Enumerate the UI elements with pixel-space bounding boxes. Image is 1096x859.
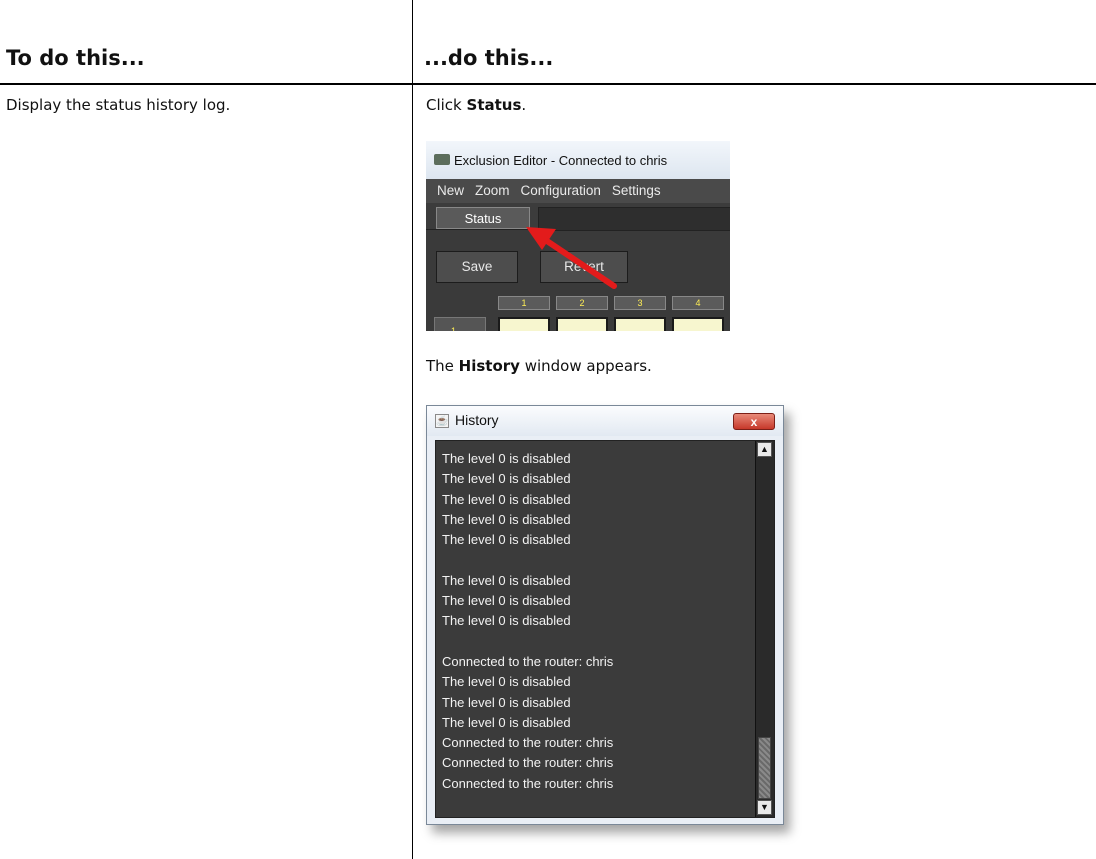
header-rule [0, 83, 1096, 85]
column-divider [412, 0, 413, 859]
log-line: Connected to the router: chris [442, 653, 614, 669]
scroll-down-icon[interactable]: ▼ [757, 800, 772, 815]
exclusion-editor-screenshot: Exclusion Editor - Connected to chris Ne… [426, 141, 730, 331]
history-title: History [455, 412, 499, 428]
log-line: The level 0 is disabled [442, 613, 571, 629]
red-arrow-icon [526, 227, 617, 289]
history-log: The level 0 is disabled The level 0 is d… [435, 440, 775, 818]
log-line: The level 0 is disabled [442, 694, 571, 710]
step-history-appears: The History window appears. [426, 357, 652, 375]
log-line: The level 0 is disabled [442, 593, 571, 609]
log-line: The level 0 is disabled [442, 511, 571, 527]
step2-suffix: window appears. [519, 357, 652, 375]
log-line: The level 0 is disabled [442, 714, 571, 730]
history-titlebar: ☕ History x [427, 406, 783, 436]
log-line: The level 0 is disabled [442, 491, 571, 507]
vertical-scrollbar[interactable]: ▲ ▼ [755, 441, 774, 817]
step-click-status: Click Status. [426, 96, 526, 114]
log-line: Connected to the router: chris [442, 775, 614, 791]
log-line: The level 0 is disabled [442, 532, 571, 548]
scroll-thumb[interactable] [758, 737, 771, 799]
header-left: To do this... [6, 46, 145, 70]
step1-prefix: Click [426, 96, 467, 114]
log-line: Connected to the router: chris [442, 755, 614, 771]
log-line: The level 0 is disabled [442, 674, 571, 690]
log-line: The level 0 is disabled [442, 471, 571, 487]
step2-bold: History [458, 357, 520, 375]
header-right: ...do this... [424, 46, 554, 70]
history-lines: The level 0 is disabled The level 0 is d… [442, 449, 613, 794]
log-line: The level 0 is disabled [442, 572, 571, 588]
step1-bold: Status [466, 96, 522, 114]
close-button[interactable]: x [733, 413, 775, 430]
step2-prefix: The [426, 357, 459, 375]
log-line: Connected to the router: chris [442, 735, 614, 751]
java-cup-icon: ☕ [435, 414, 449, 428]
log-line: The level 0 is disabled [442, 451, 571, 466]
step1-suffix: . [521, 96, 527, 114]
history-window: ☕ History x The level 0 is disabled The … [426, 405, 784, 825]
row-task-text: Display the status history log. [6, 96, 231, 114]
scroll-up-icon[interactable]: ▲ [757, 442, 772, 457]
